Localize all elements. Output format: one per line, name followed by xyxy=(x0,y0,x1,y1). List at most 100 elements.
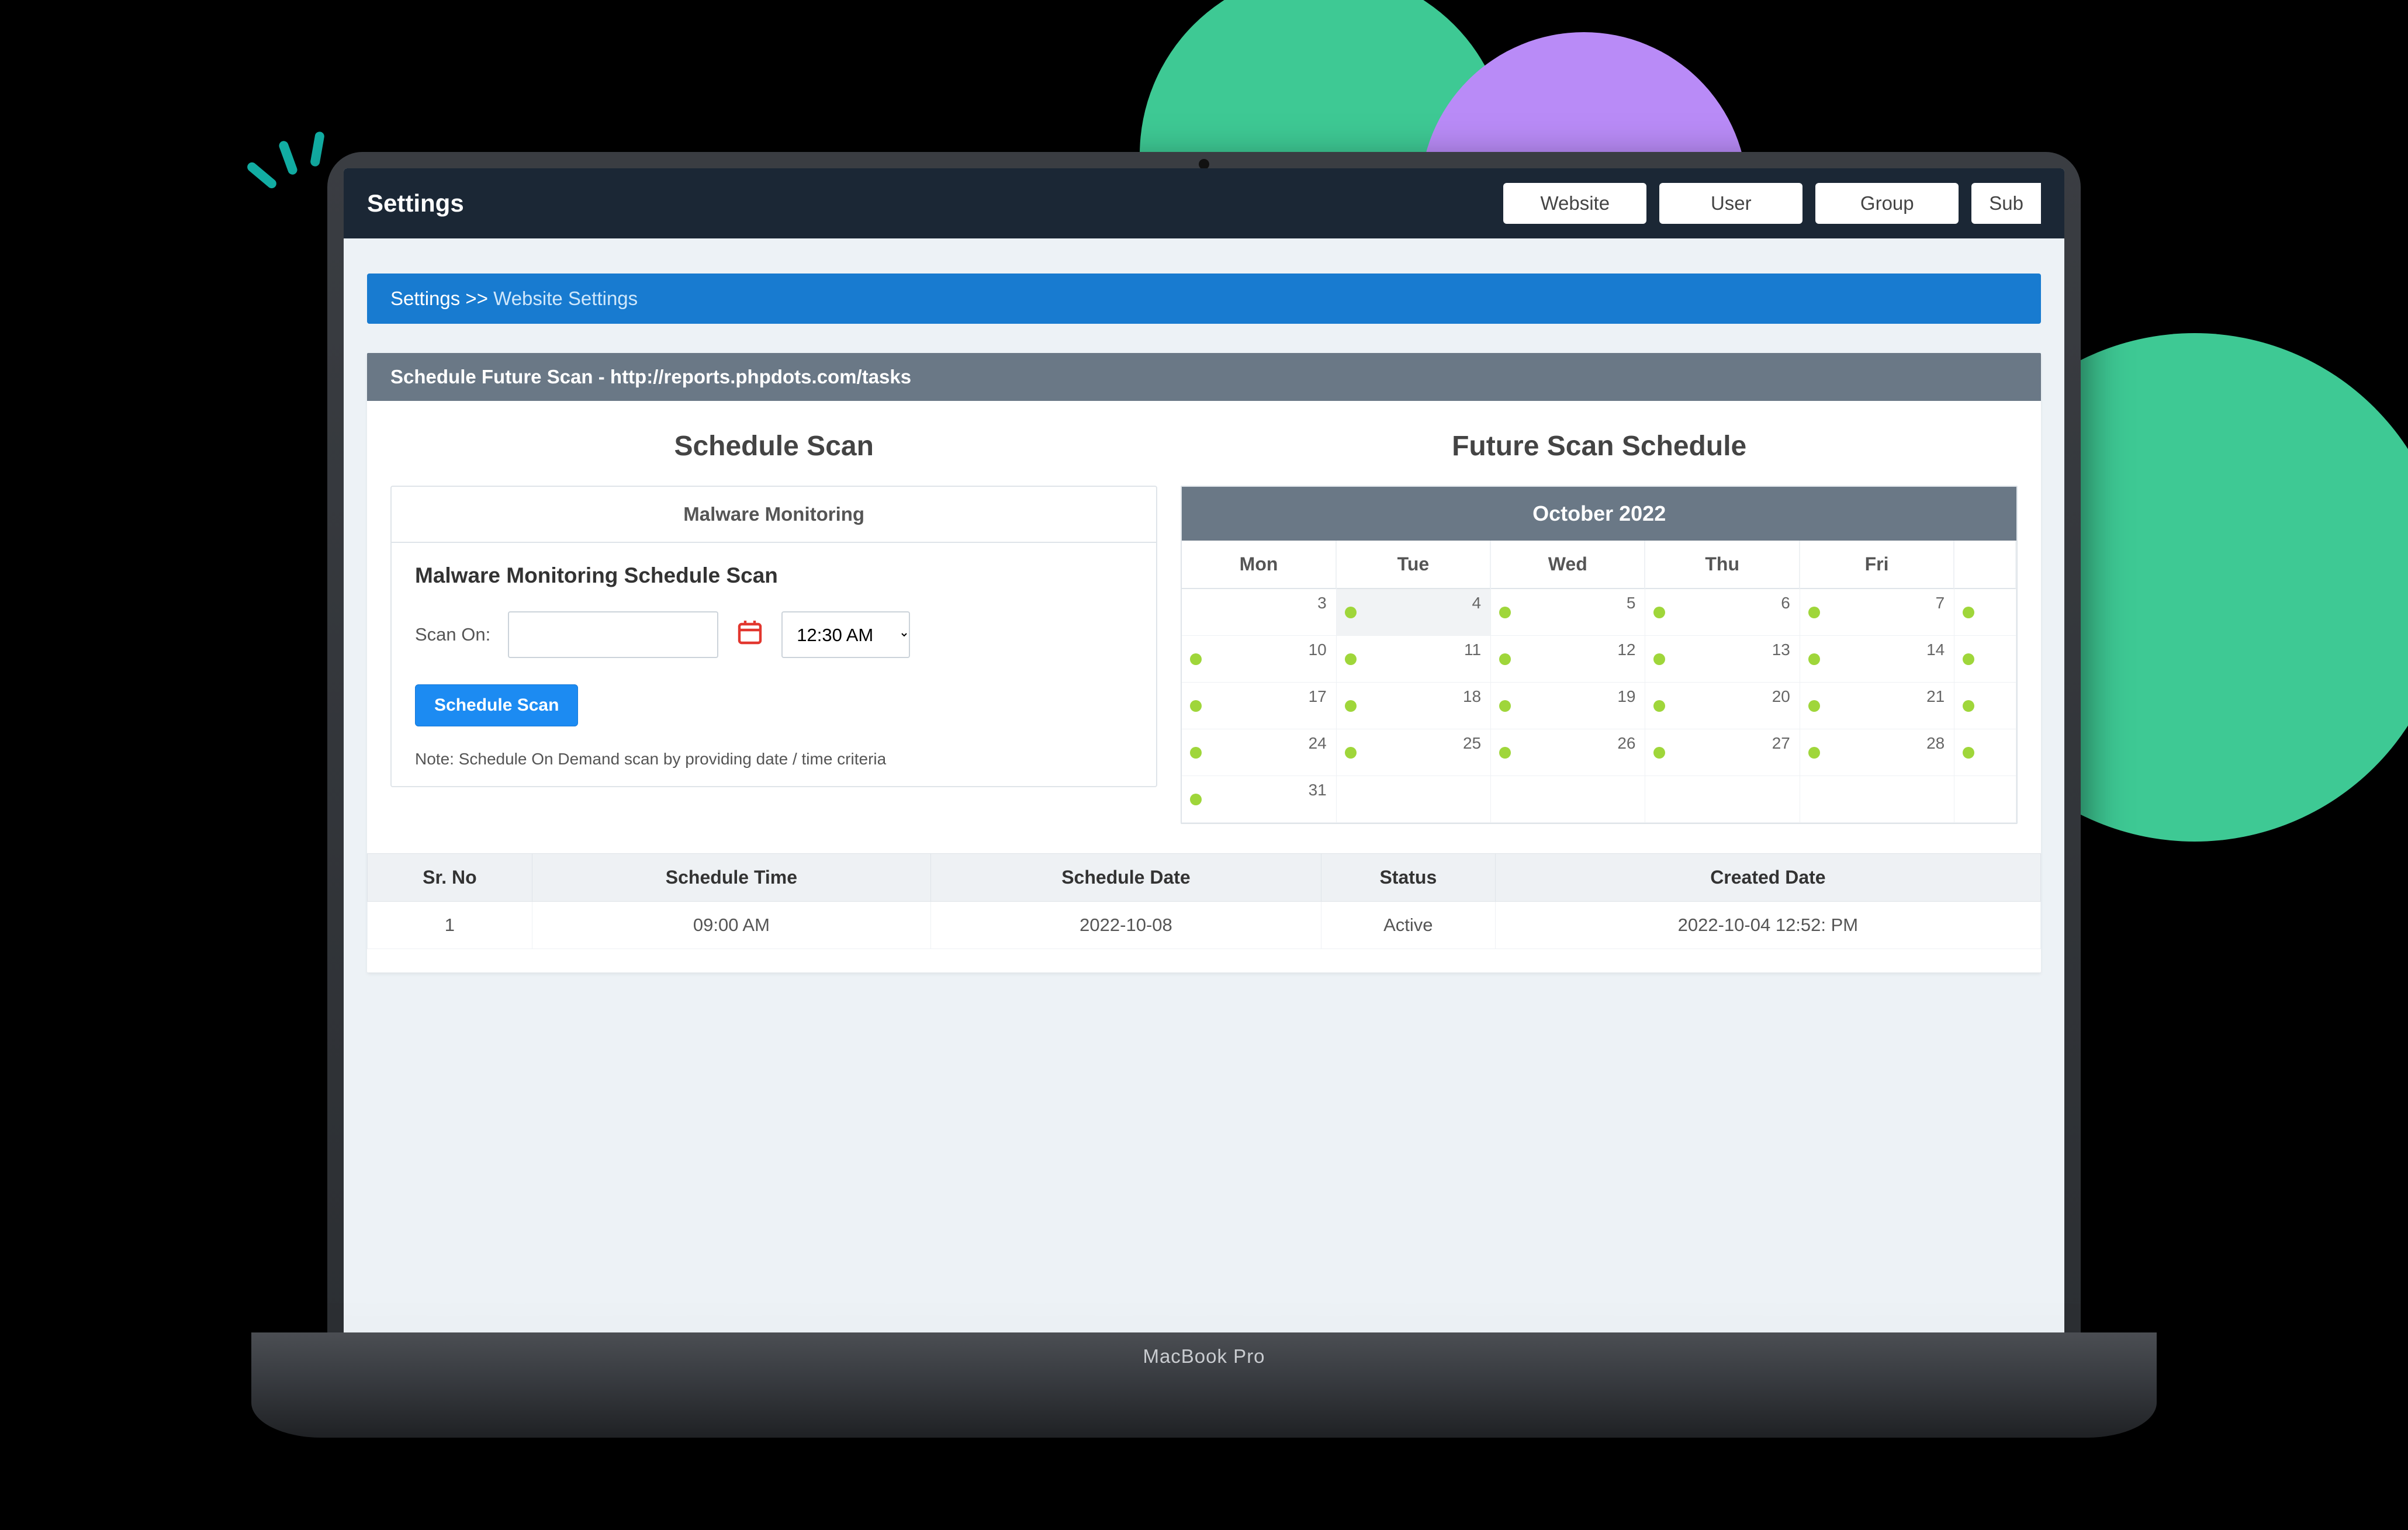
calendar-day-number: 11 xyxy=(1464,641,1481,659)
calendar-day-number: 20 xyxy=(1772,687,1790,706)
calendar-day-number: 4 xyxy=(1472,594,1482,612)
calendar-cell[interactable]: 21 xyxy=(1800,683,1954,729)
event-dot-icon xyxy=(1190,653,1202,665)
table-header: Schedule Time xyxy=(532,854,930,902)
calendar-cell[interactable]: 19 xyxy=(1491,683,1645,729)
topbar-btn-website[interactable]: Website xyxy=(1503,183,1646,224)
calendar-cell xyxy=(1645,776,1800,823)
table-row[interactable]: 109:00 AM2022-10-08Active2022-10-04 12:5… xyxy=(368,902,2041,949)
calendar-cell[interactable]: 13 xyxy=(1645,636,1800,683)
calendar-cell[interactable]: 10 xyxy=(1182,636,1336,683)
calendar-cell[interactable]: 5 xyxy=(1491,589,1645,636)
future-schedule-title: Future Scan Schedule xyxy=(1181,413,2018,486)
calendar-cell xyxy=(1954,776,2016,823)
calendar-cell[interactable]: 6 xyxy=(1645,589,1800,636)
table-cell: 09:00 AM xyxy=(532,902,930,949)
event-dot-icon xyxy=(1345,747,1357,759)
calendar-weekday: Tue xyxy=(1337,541,1491,589)
calendar-day-number: 27 xyxy=(1772,734,1790,753)
table-cell: 2022-10-04 12:52: PM xyxy=(1495,902,2040,949)
calendar-day-number: 3 xyxy=(1317,594,1327,612)
topbar-buttons: Website User Group Sub xyxy=(1503,183,2041,224)
calendar-cell[interactable]: 31 xyxy=(1182,776,1336,823)
schedule-scan-button[interactable]: Schedule Scan xyxy=(415,684,578,726)
calendar-icon[interactable] xyxy=(736,618,764,652)
calendar-weekday: Thu xyxy=(1645,541,1800,589)
calendar-day-number: 25 xyxy=(1463,734,1481,753)
calendar-cell[interactable]: 12 xyxy=(1491,636,1645,683)
calendar-cell[interactable]: 11 xyxy=(1337,636,1491,683)
calendar-cell xyxy=(1337,776,1491,823)
event-dot-icon xyxy=(1963,653,1974,665)
calendar-day-number: 6 xyxy=(1781,594,1790,612)
calendar-cell xyxy=(1954,729,2016,776)
event-dot-icon xyxy=(1808,653,1820,665)
calendar-day-number: 28 xyxy=(1926,734,1945,753)
page-title: Settings xyxy=(367,189,464,217)
calendar-cell[interactable]: 17 xyxy=(1182,683,1336,729)
event-dot-icon xyxy=(1345,700,1357,712)
table-header: Status xyxy=(1321,854,1495,902)
calendar-cell[interactable]: 26 xyxy=(1491,729,1645,776)
schedule-note: Note: Schedule On Demand scan by providi… xyxy=(392,732,1156,769)
event-dot-icon xyxy=(1653,747,1665,759)
calendar-day-number: 18 xyxy=(1463,687,1481,706)
event-dot-icon xyxy=(1499,653,1511,665)
breadcrumb-root[interactable]: Settings xyxy=(390,288,460,309)
calendar-day-number: 10 xyxy=(1309,641,1327,659)
event-dot-icon xyxy=(1345,607,1357,618)
event-dot-icon xyxy=(1653,607,1665,618)
schedule-card: Malware Monitoring Malware Monitoring Sc… xyxy=(390,486,1157,787)
calendar-day-number: 7 xyxy=(1936,594,1945,612)
calendar-day-number: 24 xyxy=(1309,734,1327,753)
calendar-day-number: 21 xyxy=(1926,687,1945,706)
event-dot-icon xyxy=(1499,607,1511,618)
scan-on-label: Scan On: xyxy=(415,624,490,645)
calendar-cell[interactable]: 25 xyxy=(1337,729,1491,776)
calendar-cell[interactable]: 14 xyxy=(1800,636,1954,683)
laptop-frame: Settings Website User Group Sub Settings… xyxy=(327,152,2081,1438)
event-dot-icon xyxy=(1963,700,1974,712)
calendar-day-number: 26 xyxy=(1617,734,1635,753)
event-dot-icon xyxy=(1190,794,1202,805)
calendar-cell[interactable]: 18 xyxy=(1337,683,1491,729)
calendar-cell xyxy=(1491,776,1645,823)
scan-date-input[interactable] xyxy=(508,611,718,658)
tab-malware-monitoring[interactable]: Malware Monitoring xyxy=(392,487,1156,543)
calendar-cell[interactable]: 3 xyxy=(1182,589,1336,636)
scan-time-select[interactable]: 12:30 AM xyxy=(781,611,910,658)
schedule-table: Sr. NoSchedule TimeSchedule DateStatusCr… xyxy=(367,853,2041,949)
event-dot-icon xyxy=(1653,700,1665,712)
event-dot-icon xyxy=(1808,747,1820,759)
calendar-cell[interactable]: 24 xyxy=(1182,729,1336,776)
event-dot-icon xyxy=(1499,747,1511,759)
breadcrumb-current[interactable]: Website Settings xyxy=(493,288,638,309)
device-label: MacBook Pro xyxy=(1143,1345,1265,1368)
event-dot-icon xyxy=(1345,653,1357,665)
calendar-day-number: 14 xyxy=(1926,641,1945,659)
topbar-btn-group[interactable]: Group xyxy=(1815,183,1959,224)
event-dot-icon xyxy=(1653,653,1665,665)
calendar-cell[interactable]: 28 xyxy=(1800,729,1954,776)
schedule-subtitle: Malware Monitoring Schedule Scan xyxy=(415,563,1133,588)
calendar: October 2022 MonTueWedThuFri 34567101112… xyxy=(1181,486,2018,824)
future-schedule-column: Future Scan Schedule October 2022 MonTue… xyxy=(1181,413,2041,824)
topbar-btn-sub[interactable]: Sub xyxy=(1971,183,2041,224)
calendar-cell[interactable]: 20 xyxy=(1645,683,1800,729)
calendar-day-number: 13 xyxy=(1772,641,1790,659)
topbar-btn-user[interactable]: User xyxy=(1659,183,1802,224)
table-header: Schedule Date xyxy=(931,854,1321,902)
calendar-cell[interactable]: 7 xyxy=(1800,589,1954,636)
table-header: Created Date xyxy=(1495,854,2040,902)
table-cell: 1 xyxy=(368,902,532,949)
calendar-cell xyxy=(1954,683,2016,729)
calendar-cell[interactable]: 4 xyxy=(1337,589,1491,636)
calendar-weekday: Wed xyxy=(1491,541,1645,589)
calendar-weekday xyxy=(1954,541,2016,589)
calendar-month: October 2022 xyxy=(1182,487,2016,541)
calendar-cell[interactable]: 27 xyxy=(1645,729,1800,776)
event-dot-icon xyxy=(1190,700,1202,712)
event-dot-icon xyxy=(1963,607,1974,618)
breadcrumb: Settings >> Website Settings xyxy=(367,274,2041,324)
main-panel: Schedule Future Scan - http://reports.ph… xyxy=(367,353,2041,972)
